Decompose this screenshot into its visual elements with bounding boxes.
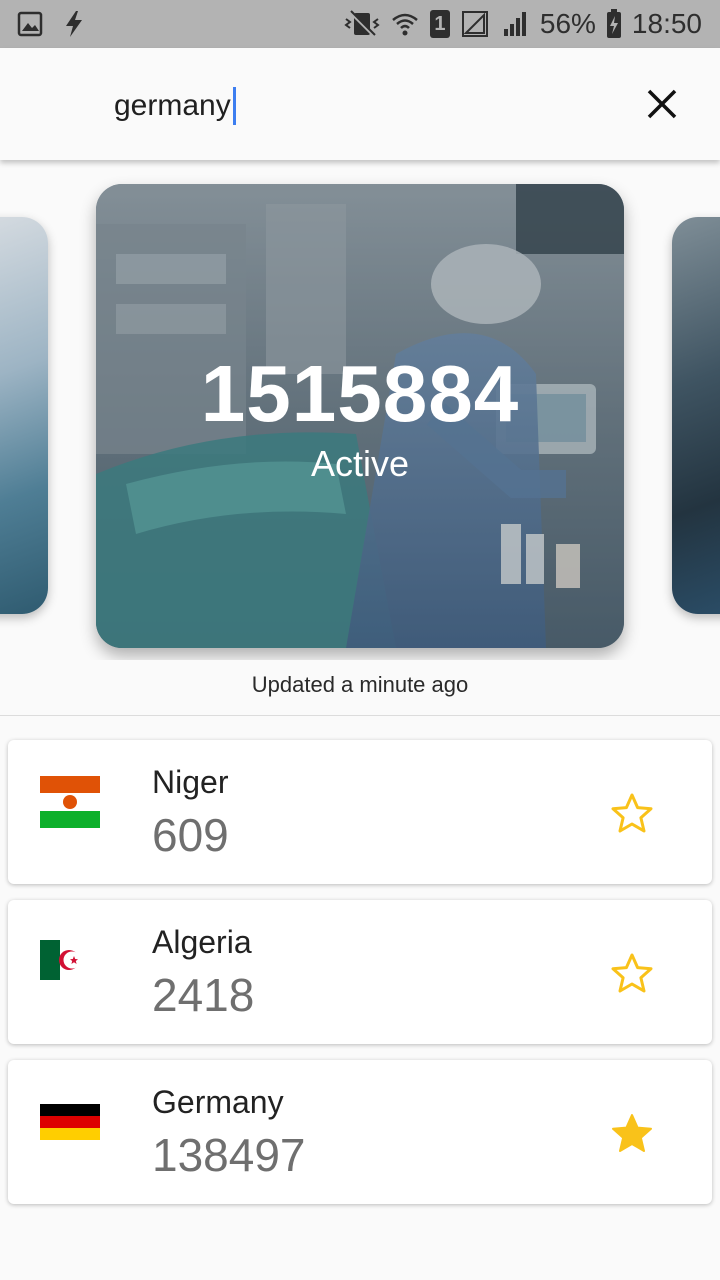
- divider: [0, 715, 720, 716]
- battery-charging-icon: [606, 9, 621, 38]
- country-count: 138497: [152, 1129, 306, 1181]
- carousel-card-next[interactable]: [672, 217, 720, 614]
- sim-icon: 1: [429, 10, 450, 38]
- search-bar: germany: [0, 48, 720, 160]
- country-list-item[interactable]: Niger 609: [8, 740, 712, 884]
- country-list-item[interactable]: Germany 138497: [8, 1060, 712, 1204]
- country-count: 2418: [152, 969, 255, 1021]
- text-cursor: [232, 87, 236, 125]
- algeria-flag-icon: [40, 940, 81, 980]
- country-name: Algeria: [152, 924, 252, 960]
- country-name: Germany: [152, 1084, 284, 1120]
- star-outline-icon[interactable]: [610, 952, 654, 994]
- country-name: Niger: [152, 764, 229, 800]
- star-filled-icon[interactable]: [610, 1112, 654, 1154]
- star-outline-icon[interactable]: [610, 792, 654, 834]
- country-count: 609: [152, 809, 229, 861]
- image-icon: [17, 11, 43, 37]
- battery-percent: 56%: [539, 8, 596, 39]
- status-bar: 1 56% 18:50: [0, 0, 720, 48]
- stats-carousel[interactable]: 1515884 Active: [0, 160, 720, 660]
- close-icon[interactable]: [640, 82, 684, 126]
- active-label: Active: [310, 443, 410, 484]
- signal-icon: [503, 12, 526, 36]
- carousel-card-previous[interactable]: [0, 217, 48, 614]
- country-list-item[interactable]: Algeria 2418: [8, 900, 712, 1044]
- search-query[interactable]: germany: [114, 86, 231, 126]
- vibrate-icon: [344, 10, 380, 38]
- wifi-icon: [392, 13, 418, 36]
- flash-icon: [66, 11, 82, 37]
- germany-flag-icon: [40, 1104, 100, 1140]
- signal-icon: [461, 11, 488, 37]
- clock: 18:50: [631, 8, 702, 39]
- niger-flag-icon: [40, 776, 100, 828]
- carousel-card-active[interactable]: 1515884 Active: [96, 184, 624, 648]
- last-updated-text: Updated a minute ago: [251, 672, 469, 697]
- active-count: 1515884: [200, 349, 520, 438]
- search-input[interactable]: germany: [114, 86, 236, 126]
